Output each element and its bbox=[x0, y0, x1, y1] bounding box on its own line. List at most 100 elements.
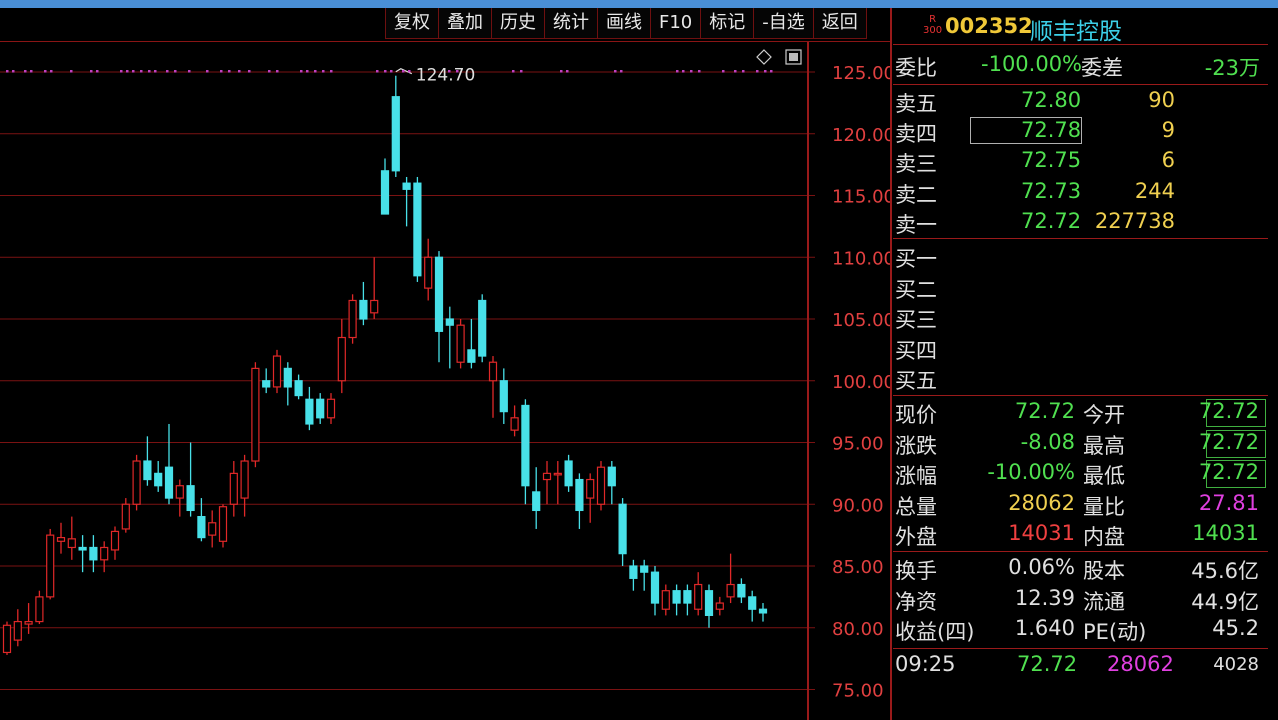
candle bbox=[499, 368, 508, 424]
candle bbox=[348, 294, 357, 344]
marker-dot bbox=[174, 70, 177, 73]
change-pct-value: -10.00% bbox=[987, 460, 1075, 484]
candle-body bbox=[510, 417, 519, 431]
candle-body bbox=[2, 624, 12, 654]
turnover-label: 换手 bbox=[895, 559, 937, 583]
ask-row[interactable]: 卖二 72.73 244 bbox=[893, 179, 1268, 209]
remove-watchlist-button[interactable]: -自选 bbox=[753, 8, 814, 39]
candle-body bbox=[445, 318, 454, 326]
candle bbox=[758, 603, 768, 622]
candle bbox=[715, 596, 724, 616]
candle bbox=[478, 294, 487, 363]
low-label: 最低 bbox=[1083, 464, 1125, 488]
y-tick-label: 100.00 bbox=[832, 372, 890, 393]
stock-name[interactable]: 顺丰控股 bbox=[1030, 12, 1122, 46]
inner-volume-label: 内盘 bbox=[1083, 525, 1125, 549]
candle-body bbox=[359, 299, 368, 320]
candle bbox=[413, 176, 422, 282]
marker-dot bbox=[90, 70, 93, 73]
candle-body bbox=[456, 324, 465, 363]
marker-dot bbox=[126, 70, 129, 73]
candle bbox=[488, 356, 498, 418]
marker-dot bbox=[6, 70, 9, 73]
candle-body bbox=[132, 460, 141, 505]
bid-row[interactable]: 买二 bbox=[893, 274, 1268, 304]
history-button[interactable]: 历史 bbox=[491, 8, 545, 39]
bid-row[interactable]: 买四 bbox=[893, 335, 1268, 365]
inner-volume-value: 14031 bbox=[1192, 521, 1259, 545]
candle bbox=[272, 349, 282, 394]
back-button[interactable]: 返回 bbox=[812, 8, 867, 39]
candle-body bbox=[704, 590, 714, 617]
candle-body bbox=[24, 620, 33, 625]
marker-dot bbox=[154, 70, 157, 73]
candle bbox=[251, 362, 260, 468]
candle-body bbox=[164, 466, 174, 499]
board-badge: R 300 bbox=[923, 14, 943, 36]
candle-body bbox=[564, 460, 573, 487]
eps-value: 1.640 bbox=[1014, 616, 1075, 640]
mark-button[interactable]: 标记 bbox=[700, 8, 755, 39]
diamond-icon bbox=[756, 49, 772, 65]
weibi-row: 委比 -100.00% 委差 -23万 bbox=[893, 52, 1268, 82]
candle bbox=[424, 238, 433, 301]
candle-body bbox=[532, 491, 541, 512]
turnover-value: 0.06% bbox=[1008, 555, 1075, 579]
candle-body bbox=[56, 536, 66, 542]
overlay-button[interactable]: 叠加 bbox=[438, 8, 492, 39]
ask-row[interactable]: 卖三 72.75 6 bbox=[893, 148, 1268, 178]
candle-body bbox=[294, 380, 303, 397]
marker-dot bbox=[698, 70, 701, 73]
y-tick-label: 125.00 bbox=[832, 63, 890, 84]
ask-row[interactable]: 卖五 72.80 90 bbox=[893, 88, 1268, 118]
candle bbox=[316, 393, 325, 424]
tick-row[interactable]: 09:25 72.72 28062 4028 bbox=[893, 652, 1268, 682]
candle-body bbox=[305, 398, 314, 425]
ask-row[interactable]: 卖四 72.78 9 bbox=[893, 118, 1268, 148]
net-assets-value: 12.39 bbox=[1014, 586, 1075, 610]
candle bbox=[521, 399, 530, 505]
float-shares-value: 44.9亿 bbox=[1191, 590, 1259, 614]
bid-row[interactable]: 买三 bbox=[893, 304, 1268, 334]
candle-body bbox=[434, 256, 444, 332]
candle-body bbox=[640, 565, 649, 573]
bid-row[interactable]: 买一 bbox=[893, 243, 1268, 273]
quote-row: 现价 72.72 今开 72.72 bbox=[893, 399, 1268, 429]
candle bbox=[262, 368, 271, 394]
candle bbox=[326, 393, 336, 424]
y-tick-label: 120.00 bbox=[832, 125, 890, 146]
candle bbox=[542, 461, 552, 505]
divider bbox=[893, 238, 1268, 239]
candle bbox=[726, 553, 735, 604]
candle-body bbox=[326, 398, 336, 419]
fuquan-button[interactable]: 复权 bbox=[385, 8, 439, 39]
y-tick-label: 95.00 bbox=[832, 434, 884, 455]
outer-volume-value: 14031 bbox=[1008, 521, 1075, 545]
quote-panel: R 300 002352 顺丰控股 委比 -100.00% 委差 -23万 卖五 … bbox=[893, 8, 1278, 720]
marker-dot bbox=[770, 70, 773, 73]
candle-body bbox=[283, 367, 292, 388]
kline-chart[interactable]: 125.00 120.00 115.00 110.00 105.00 100.00 95.0… bbox=[0, 42, 890, 720]
candle bbox=[596, 461, 606, 511]
marker-dot bbox=[330, 70, 333, 73]
candle bbox=[564, 454, 573, 492]
ask-label: 卖三 bbox=[895, 152, 937, 176]
ask-volume: 6 bbox=[1161, 148, 1175, 172]
bid-row[interactable]: 买五 bbox=[893, 365, 1268, 395]
ask-label: 卖二 bbox=[895, 183, 937, 207]
ask-row[interactable]: 卖一 72.72 227738 bbox=[893, 209, 1268, 239]
bid-label: 买三 bbox=[895, 308, 937, 332]
volume-label: 总量 bbox=[895, 495, 937, 519]
marker-dot bbox=[70, 70, 73, 73]
volume-ratio-value: 27.81 bbox=[1198, 491, 1259, 515]
ask-volume: 227738 bbox=[1094, 209, 1175, 233]
marker-dot bbox=[756, 70, 759, 73]
candle bbox=[748, 590, 757, 622]
draw-line-button[interactable]: 画线 bbox=[597, 8, 651, 39]
float-shares-label: 流通 bbox=[1083, 590, 1125, 614]
statistics-button[interactable]: 统计 bbox=[544, 8, 598, 39]
f10-button[interactable]: F10 bbox=[650, 8, 702, 39]
ask-price: 72.73 bbox=[1021, 179, 1082, 203]
ask-price: 72.78 bbox=[1021, 118, 1082, 142]
volume-value: 28062 bbox=[1008, 491, 1075, 515]
